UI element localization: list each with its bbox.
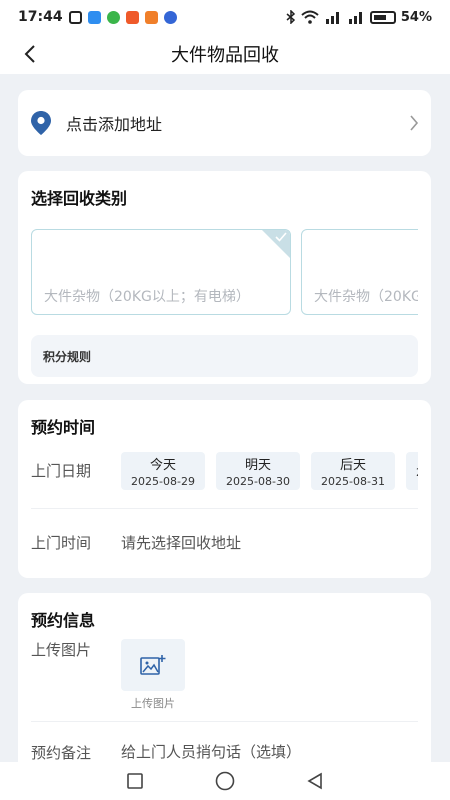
chevron-right-icon [410,115,419,131]
app-notification-icon [106,10,120,24]
category-label: 大件杂物（20KG以上；有电梯） [44,289,250,305]
points-rules[interactable]: 积分规则 [31,335,418,377]
chip-day: 今天 [149,458,176,473]
chevron-left-icon [24,45,35,63]
remark-input[interactable] [121,743,411,761]
upload-image-button[interactable] [121,639,185,691]
home-button[interactable] [214,770,236,792]
category-section: 选择回收类别 大件杂物（20KG以上；有电梯） 大件杂物（20KG以上；无电梯）… [18,171,431,384]
signal-4g-icon [325,12,339,24]
location-pin-icon [31,111,51,135]
page-title: 大件物品回收 [171,45,279,66]
chip-date: 2025-08-31 [321,475,385,488]
upload-caption: 上传图片 [131,697,175,710]
signal-5g-icon [348,12,362,24]
date-chip-today[interactable]: 今天 2025-08-29 [121,452,205,490]
recents-button[interactable] [126,772,144,790]
date-row: 上门日期 今天 2025-08-29 明天 2025-08-30 后天 2025… [31,452,418,506]
chip-date: 2025-09-01 [416,466,418,479]
category-title: 选择回收类别 [31,189,128,208]
system-nav-bar [0,762,450,800]
add-image-icon [140,655,166,675]
circle-icon [215,771,235,791]
chip-day: 明天 [244,458,271,473]
time-label: 上门时间 [31,533,92,552]
chip-day: 后天 [339,458,366,473]
back-system-button[interactable] [306,772,324,790]
status-bar: 17:44 54% [0,0,450,34]
category-label: 大件杂物（20KG以上；无电梯） [314,289,418,305]
battery-icon [369,10,396,24]
info-title: 预约信息 [31,611,96,630]
schedule-section: 预约时间 上门日期 今天 2025-08-29 明天 2025-08-30 后天… [18,400,431,578]
square-icon [127,773,143,789]
upload-label: 上传图片 [31,641,92,659]
category-item-no-elevator[interactable]: 大件杂物（20KG以上；无电梯） [301,229,418,315]
upload-control: 上传图片 [121,639,185,711]
back-button[interactable] [16,40,44,68]
schedule-title: 预约时间 [31,418,96,437]
add-address-label: 点击添加地址 [66,115,163,134]
add-address-row[interactable]: 点击添加地址 [18,90,431,156]
time-row: 上门时间 请先选择回收地址 [31,509,418,575]
nav-bar: 大件物品回收 [0,34,450,74]
time-select[interactable]: 请先选择回收地址 [121,532,241,553]
app-notification-icon [125,10,139,24]
category-item-elevator[interactable]: 大件杂物（20KG以上；有电梯） [31,229,291,315]
date-chip-tomorrow[interactable]: 明天 2025-08-30 [216,452,300,490]
app-notification-icon [144,10,158,24]
upload-row: 上传图片 上传图片 [31,639,418,719]
app-notification-icon [87,10,101,24]
date-chip-day-after[interactable]: 后天 2025-08-31 [311,452,395,490]
status-time: 17:44 [18,9,63,25]
check-icon [275,232,287,242]
bluetooth-icon [286,10,295,24]
wifi-icon [301,10,319,24]
date-label: 上门日期 [31,462,92,480]
chip-date: 2025-08-29 [131,475,195,488]
date-chip-list: 今天 2025-08-29 明天 2025-08-30 后天 2025-08-3… [121,452,418,490]
points-rules-label: 积分规则 [43,349,92,364]
nfc-icon [68,10,82,24]
date-chip-next[interactable]: 2025-09-01 [406,452,418,490]
chip-date: 2025-08-30 [226,475,290,488]
remark-label: 预约备注 [31,743,92,762]
category-list: 大件杂物（20KG以上；有电梯） 大件杂物（20KG以上；无电梯） [31,229,418,315]
app-notification-icon [163,10,177,24]
triangle-back-icon [307,772,322,790]
battery-percent: 54% [400,9,432,25]
